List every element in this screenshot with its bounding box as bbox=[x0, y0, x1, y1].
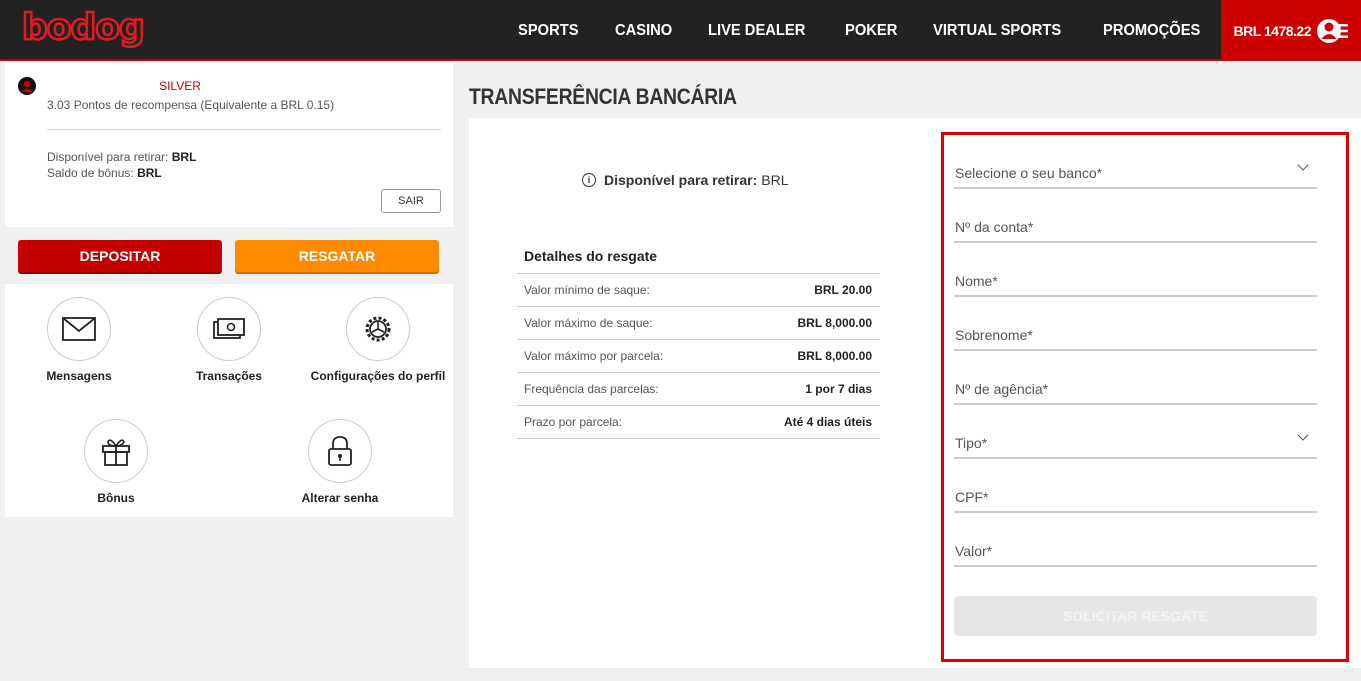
deposit-button[interactable]: DEPOSITAR bbox=[18, 240, 222, 272]
details-key: Prazo por parcela: bbox=[524, 415, 623, 429]
details-row: Frequência das parcelas: 1 por 7 dias bbox=[517, 373, 880, 406]
request-withdrawal-button[interactable]: SOLICITAR RESGATE bbox=[954, 596, 1317, 636]
profile-settings-label: Configurações do perfil bbox=[310, 369, 446, 383]
available-info: i Disponível para retirar: BRL bbox=[582, 172, 789, 188]
info-icon: i bbox=[582, 173, 596, 187]
first-name-placeholder: Nome* bbox=[955, 273, 998, 289]
page-title: TRANSFERÊNCIA BANCÁRIA bbox=[469, 84, 737, 109]
agency-number-field[interactable]: Nº de agência* bbox=[954, 365, 1317, 405]
transactions-circle[interactable] bbox=[197, 297, 261, 361]
gift-icon bbox=[102, 439, 130, 466]
top-header: bodog SPORTS CASINO LIVE DEALER POKER VI… bbox=[0, 0, 1361, 61]
main-nav: SPORTS CASINO LIVE DEALER POKER VIRTUAL … bbox=[518, 0, 1240, 61]
bonus-circle[interactable] bbox=[84, 419, 148, 483]
amount-field[interactable]: Valor* bbox=[954, 527, 1317, 567]
details-title: Detalhes do resgate bbox=[517, 243, 880, 274]
bank-select[interactable]: Selecione o seu banco* bbox=[954, 149, 1317, 189]
messages-label: Mensagens bbox=[46, 369, 112, 383]
cash-icon bbox=[213, 318, 245, 339]
settings-circle[interactable] bbox=[346, 297, 410, 361]
available-info-label: Disponível para retirar: bbox=[604, 172, 758, 188]
details-key: Valor máximo por parcela: bbox=[524, 349, 664, 363]
menu-profile-settings[interactable]: Configurações do perfil bbox=[303, 297, 453, 382]
agency-number-placeholder: Nº de agência* bbox=[955, 381, 1049, 397]
available-value: BRL bbox=[171, 150, 197, 164]
nav-promocoes[interactable]: PROMOÇÕES bbox=[1103, 22, 1200, 40]
surname-placeholder: Sobrenome* bbox=[955, 327, 1033, 343]
bank-transfer-form: Selecione o seu banco* Nº da conta* Nome… bbox=[941, 132, 1349, 662]
balance: BRL 1478.22 bbox=[1233, 22, 1311, 39]
messages-circle[interactable] bbox=[47, 297, 111, 361]
surname-field[interactable]: Sobrenome* bbox=[954, 311, 1317, 351]
details-row: Valor máximo por parcela: BRL 8,000.00 bbox=[517, 340, 880, 373]
account-menu-grid: Mensagens Transações Configurações do pe… bbox=[5, 284, 453, 517]
details-value: 1 por 7 dias bbox=[805, 382, 872, 396]
account-number-field[interactable]: Nº da conta* bbox=[954, 203, 1317, 243]
menu-bonus[interactable]: Bônus bbox=[41, 419, 191, 504]
gear-icon bbox=[365, 316, 391, 342]
account-menu-icon[interactable] bbox=[1317, 17, 1349, 45]
reward-points: 3.03 Pontos de recompensa (Equivalente a… bbox=[47, 98, 335, 112]
password-circle[interactable] bbox=[308, 419, 372, 483]
account-number-placeholder: Nº da conta* bbox=[955, 219, 1034, 235]
first-name-field[interactable]: Nome* bbox=[954, 257, 1317, 297]
account-menu[interactable]: BRL 1478.22 bbox=[1221, 0, 1361, 61]
bank-select-placeholder: Selecione o seu banco* bbox=[955, 165, 1103, 181]
bodog-logo[interactable]: bodog bbox=[21, 6, 146, 49]
logout-button[interactable]: SAIR bbox=[381, 189, 441, 213]
available-info-value: BRL bbox=[761, 172, 789, 188]
details-value: BRL 8,000.00 bbox=[797, 349, 873, 363]
divider bbox=[47, 129, 441, 130]
details-row: Valor máximo de saque: BRL 8,000.00 bbox=[517, 307, 880, 340]
transactions-label: Transações bbox=[195, 369, 263, 383]
nav-sports[interactable]: SPORTS bbox=[518, 22, 579, 40]
details-value: BRL 8,000.00 bbox=[797, 316, 873, 330]
nav-casino[interactable]: CASINO bbox=[615, 22, 672, 40]
menu-change-password[interactable]: Alterar senha bbox=[265, 419, 415, 504]
amount-placeholder: Valor* bbox=[955, 543, 993, 559]
available-label: Disponível para retirar: bbox=[47, 150, 169, 164]
nav-live-dealer[interactable]: LIVE DEALER bbox=[708, 22, 805, 40]
details-value: Até 4 dias úteis bbox=[783, 415, 872, 429]
menu-messages[interactable]: Mensagens bbox=[4, 297, 154, 382]
change-password-label: Alterar senha bbox=[301, 491, 379, 505]
details-key: Valor máximo de saque: bbox=[524, 316, 653, 330]
type-select-placeholder: Tipo* bbox=[955, 435, 988, 451]
details-value: BRL 20.00 bbox=[814, 283, 872, 297]
nav-virtual-sports[interactable]: VIRTUAL SPORTS bbox=[933, 22, 1061, 40]
bonus-value: BRL bbox=[137, 166, 162, 180]
details-key: Valor mínimo de saque: bbox=[524, 283, 650, 297]
chevron-down-icon bbox=[1297, 429, 1309, 441]
envelope-icon bbox=[62, 317, 96, 341]
account-sidebar: SILVER 3.03 Pontos de recompensa (Equiva… bbox=[5, 63, 453, 668]
cpf-field[interactable]: CPF* bbox=[954, 473, 1317, 513]
chevron-down-icon bbox=[1297, 159, 1309, 171]
details-row: Prazo por parcela: Até 4 dias úteis bbox=[517, 406, 880, 439]
balances: Disponível para retirar: BRL Saldo de bô… bbox=[47, 149, 196, 181]
bonus-label-text: Bônus bbox=[97, 491, 135, 505]
cpf-placeholder: CPF* bbox=[955, 489, 989, 505]
details-row: Valor mínimo de saque: BRL 20.00 bbox=[517, 274, 880, 307]
tier-label: SILVER bbox=[159, 79, 201, 93]
profile-summary: SILVER 3.03 Pontos de recompensa (Equiva… bbox=[5, 63, 453, 227]
nav-poker[interactable]: POKER bbox=[845, 22, 897, 40]
withdraw-details: Detalhes do resgate Valor mínimo de saqu… bbox=[517, 243, 880, 439]
bonus-label: Saldo de bônus: bbox=[47, 166, 134, 180]
lock-icon bbox=[328, 436, 352, 466]
type-select[interactable]: Tipo* bbox=[954, 419, 1317, 459]
withdraw-button[interactable]: RESGATAR bbox=[235, 240, 439, 272]
details-key: Frequência das parcelas: bbox=[524, 382, 659, 396]
withdraw-content: i Disponível para retirar: BRL Detalhes … bbox=[469, 118, 1361, 668]
menu-transactions[interactable]: Transações bbox=[154, 297, 304, 382]
